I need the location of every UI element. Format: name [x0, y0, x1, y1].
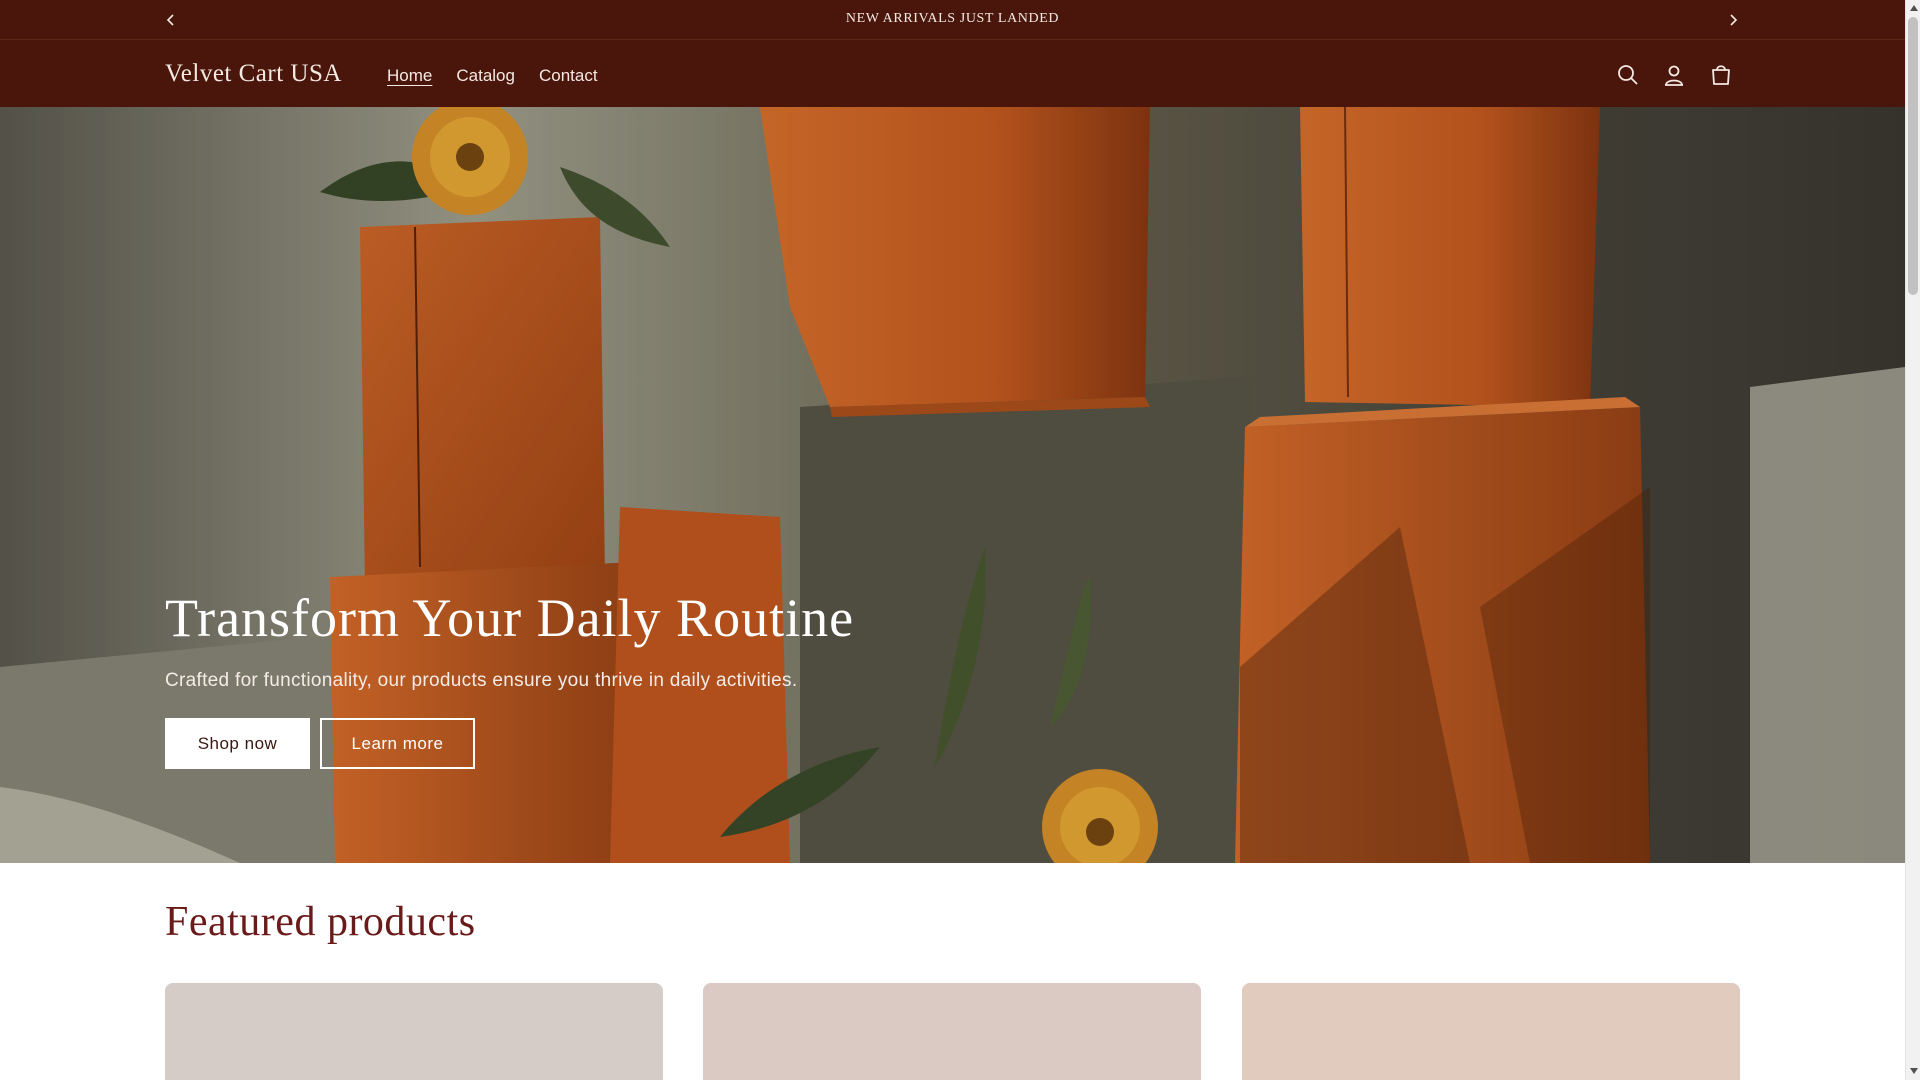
- hero-banner: Transform Your Daily Routine Crafted for…: [0, 107, 1905, 863]
- nav-contact[interactable]: Contact: [527, 66, 610, 86]
- product-card[interactable]: [703, 983, 1201, 1080]
- shop-now-button[interactable]: Shop now: [165, 718, 310, 769]
- cart-icon[interactable]: [1708, 62, 1734, 88]
- nav-home[interactable]: Home: [375, 66, 444, 86]
- scrollbar-thumb[interactable]: [1908, 17, 1918, 295]
- site-header: Velvet Cart USA Home Catalog Contact: [0, 40, 1905, 107]
- chevron-right-icon[interactable]: [1721, 8, 1745, 32]
- featured-products-heading: Featured products: [165, 899, 476, 945]
- hero-subtitle: Crafted for functionality, our products …: [165, 670, 798, 691]
- storefront-page: NEW ARRIVALS JUST LANDED Velvet Cart USA…: [0, 0, 1905, 1080]
- announcement-text: NEW ARRIVALS JUST LANDED: [845, 11, 1060, 26]
- product-card[interactable]: [165, 983, 663, 1080]
- learn-more-button[interactable]: Learn more: [320, 718, 475, 769]
- hero-title: Transform Your Daily Routine: [165, 588, 855, 648]
- product-card[interactable]: [1242, 983, 1740, 1080]
- vertical-scrollbar[interactable]: [1905, 0, 1920, 1080]
- scroll-up-icon[interactable]: [1909, 3, 1918, 12]
- main-nav: Home Catalog Contact: [375, 66, 610, 86]
- nav-catalog[interactable]: Catalog: [444, 66, 527, 86]
- store-logo[interactable]: Velvet Cart USA: [165, 60, 342, 88]
- account-icon[interactable]: [1661, 62, 1687, 88]
- announcement-bar: NEW ARRIVALS JUST LANDED: [0, 0, 1905, 40]
- scroll-down-icon[interactable]: [1909, 1066, 1918, 1075]
- search-icon[interactable]: [1615, 62, 1641, 88]
